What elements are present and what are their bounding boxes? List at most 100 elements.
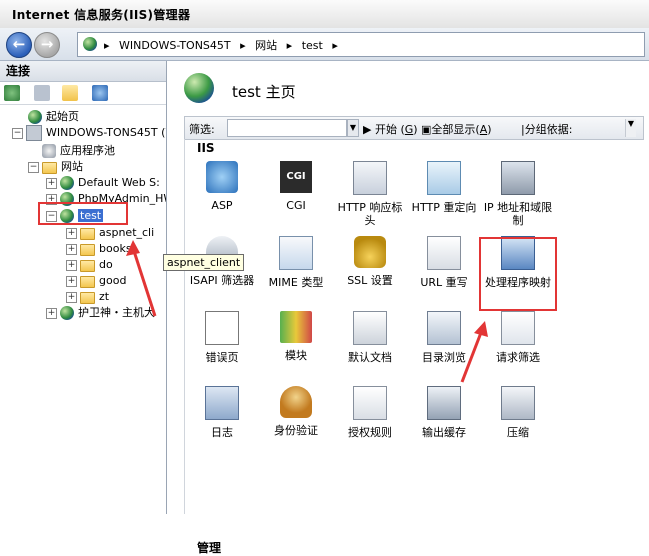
folder-icon: [80, 276, 95, 288]
feature-label: 错误页: [205, 351, 239, 364]
authentication-icon: [280, 386, 312, 418]
connect-icon[interactable]: [4, 85, 20, 101]
output-caching-icon: [427, 386, 461, 420]
feature-modules[interactable]: 模块: [259, 311, 333, 362]
disconnect-icon[interactable]: [92, 85, 108, 101]
sites-folder-icon: [42, 162, 57, 174]
feature-default-document[interactable]: 默认文档: [333, 311, 407, 364]
tree-item-good[interactable]: + good: [66, 273, 126, 289]
app-pools-icon: [42, 144, 56, 158]
feature-label: 日志: [211, 426, 233, 439]
tree-item-label: good: [99, 274, 127, 287]
tree-item-label: WINDOWS-TONS45T (WIN: [46, 126, 166, 139]
connections-panel: 连接 起始页 − WINDOWS-TONS45T (WIN 应用程序池 − 网站 +…: [0, 61, 167, 514]
show-all-label: 全部显示: [431, 123, 476, 136]
expand-icon[interactable]: +: [66, 291, 77, 303]
feature-label: 输出缓存: [422, 426, 466, 439]
save-icon[interactable]: [34, 85, 50, 101]
forward-arrow-icon: →: [40, 35, 54, 53]
feature-label: 授权规则: [348, 426, 392, 439]
forward-button[interactable]: →: [34, 32, 60, 58]
expand-icon[interactable]: +: [66, 259, 77, 271]
globe-icon: [60, 306, 74, 320]
feature-label: ISAPI 筛选器: [189, 274, 255, 287]
tree-item-default-web-site[interactable]: + Default Web S:: [46, 175, 160, 191]
tree-item-server[interactable]: − WINDOWS-TONS45T (WIN: [12, 125, 166, 141]
logging-icon: [205, 386, 239, 420]
section-manage: 管理: [197, 541, 222, 555]
scroll-arrow[interactable]: ▼: [625, 119, 636, 137]
ip-restrictions-icon: [501, 161, 535, 195]
feature-compression[interactable]: 压缩: [481, 386, 555, 439]
cgi-icon: CGI: [280, 161, 312, 193]
breadcrumb-sites[interactable]: 网站: [255, 39, 277, 52]
feature-asp[interactable]: ASP: [185, 161, 259, 212]
feature-request-filtering[interactable]: 请求筛选: [481, 311, 555, 364]
tree-tooltip: aspnet_client: [163, 254, 245, 271]
feature-view: IIS 管理 ASP CGI CGI HTTP 响应标头 HTTP 重定向 IP 地址和域…: [184, 139, 637, 555]
site-globe-icon: [184, 73, 214, 103]
default-document-icon: [353, 311, 387, 345]
back-arrow-icon: ←: [12, 35, 26, 53]
mime-types-icon: [279, 236, 313, 270]
tree-item-do[interactable]: + do: [66, 257, 113, 273]
url-rewrite-icon: [427, 236, 461, 270]
feature-http-redirect[interactable]: HTTP 重定向: [407, 161, 481, 214]
tree-item-huweishen[interactable]: + 护卫神・主机大: [46, 305, 155, 321]
filter-input[interactable]: [227, 119, 347, 137]
feature-http-response-headers[interactable]: HTTP 响应标头: [333, 161, 407, 227]
start-label: 开始: [374, 123, 397, 136]
feature-cgi[interactable]: CGI CGI: [259, 161, 333, 212]
feature-label: ASP: [211, 199, 233, 212]
handler-mappings-highlight-box: [479, 237, 557, 311]
feature-url-rewrite[interactable]: URL 重写: [407, 236, 481, 289]
tree-item-books[interactable]: + books: [66, 241, 132, 257]
address-bar[interactable]: ▸ WINDOWS-TONS45T ▸ 网站 ▸ test ▸: [77, 32, 645, 57]
tree-item-app-pools[interactable]: 应用程序池: [42, 143, 115, 159]
tree-item-start-page[interactable]: 起始页: [28, 109, 79, 125]
tree-item-label: books: [99, 242, 132, 255]
start-button[interactable]: ▶ 开始 (G): [363, 121, 418, 137]
expand-icon[interactable]: +: [66, 275, 77, 287]
feature-ssl-lock[interactable]: SSL 设置: [333, 236, 407, 287]
group-by-text: 分组依据:: [524, 123, 573, 136]
show-all-button[interactable]: ▣全部显示(A): [421, 121, 492, 137]
page-title: test 主页: [232, 83, 296, 101]
feature-mime-types[interactable]: MIME 类型: [259, 236, 333, 289]
feature-label: 目录浏览: [422, 351, 466, 364]
tree-item-aspnet-client[interactable]: + aspnet_cli: [66, 225, 154, 241]
back-button[interactable]: ←: [6, 32, 32, 58]
feature-label: URL 重写: [420, 276, 468, 289]
expand-icon[interactable]: +: [66, 227, 77, 239]
globe-icon: [60, 176, 74, 190]
breadcrumb-server[interactable]: WINDOWS-TONS45T: [119, 39, 231, 52]
expand-icon[interactable]: +: [66, 243, 77, 255]
group-by-label[interactable]: |分组依据:: [521, 121, 572, 137]
tree-item-sites[interactable]: − 网站: [28, 159, 83, 175]
request-filtering-icon: [501, 311, 535, 345]
feature-logging[interactable]: 日志: [185, 386, 259, 439]
tree-item-label: 网站: [61, 160, 83, 173]
feature-label: CGI: [286, 199, 306, 212]
tree-item-label: Default Web S:: [78, 176, 160, 189]
expand-icon[interactable]: +: [46, 307, 57, 319]
breadcrumb-site[interactable]: test: [302, 39, 323, 52]
feature-label: HTTP 响应标头: [337, 201, 403, 227]
feature-ip-restrictions[interactable]: IP 地址和域限制: [481, 161, 555, 227]
feature-output-caching[interactable]: 输出缓存: [407, 386, 481, 439]
breadcrumb: ▸ WINDOWS-TONS45T ▸ 网站 ▸ test ▸: [104, 37, 344, 53]
collapse-icon[interactable]: −: [28, 161, 39, 173]
new-folder-icon[interactable]: [62, 85, 78, 101]
filter-dropdown[interactable]: ▼: [347, 119, 359, 137]
feature-directory-browsing[interactable]: 目录浏览: [407, 311, 481, 364]
compression-icon: [501, 386, 535, 420]
tree-item-zt[interactable]: + zt: [66, 289, 109, 305]
feature-authentication[interactable]: 身份验证: [259, 386, 333, 437]
feature-authorization-rules[interactable]: 授权规则: [333, 386, 407, 439]
authorization-rules-icon: [353, 386, 387, 420]
feature-error-pages[interactable]: 错误页: [185, 311, 259, 364]
expand-icon[interactable]: +: [46, 177, 57, 189]
collapse-icon[interactable]: −: [12, 127, 23, 139]
tree-item-label: zt: [99, 290, 110, 303]
folder-icon: [80, 244, 95, 256]
